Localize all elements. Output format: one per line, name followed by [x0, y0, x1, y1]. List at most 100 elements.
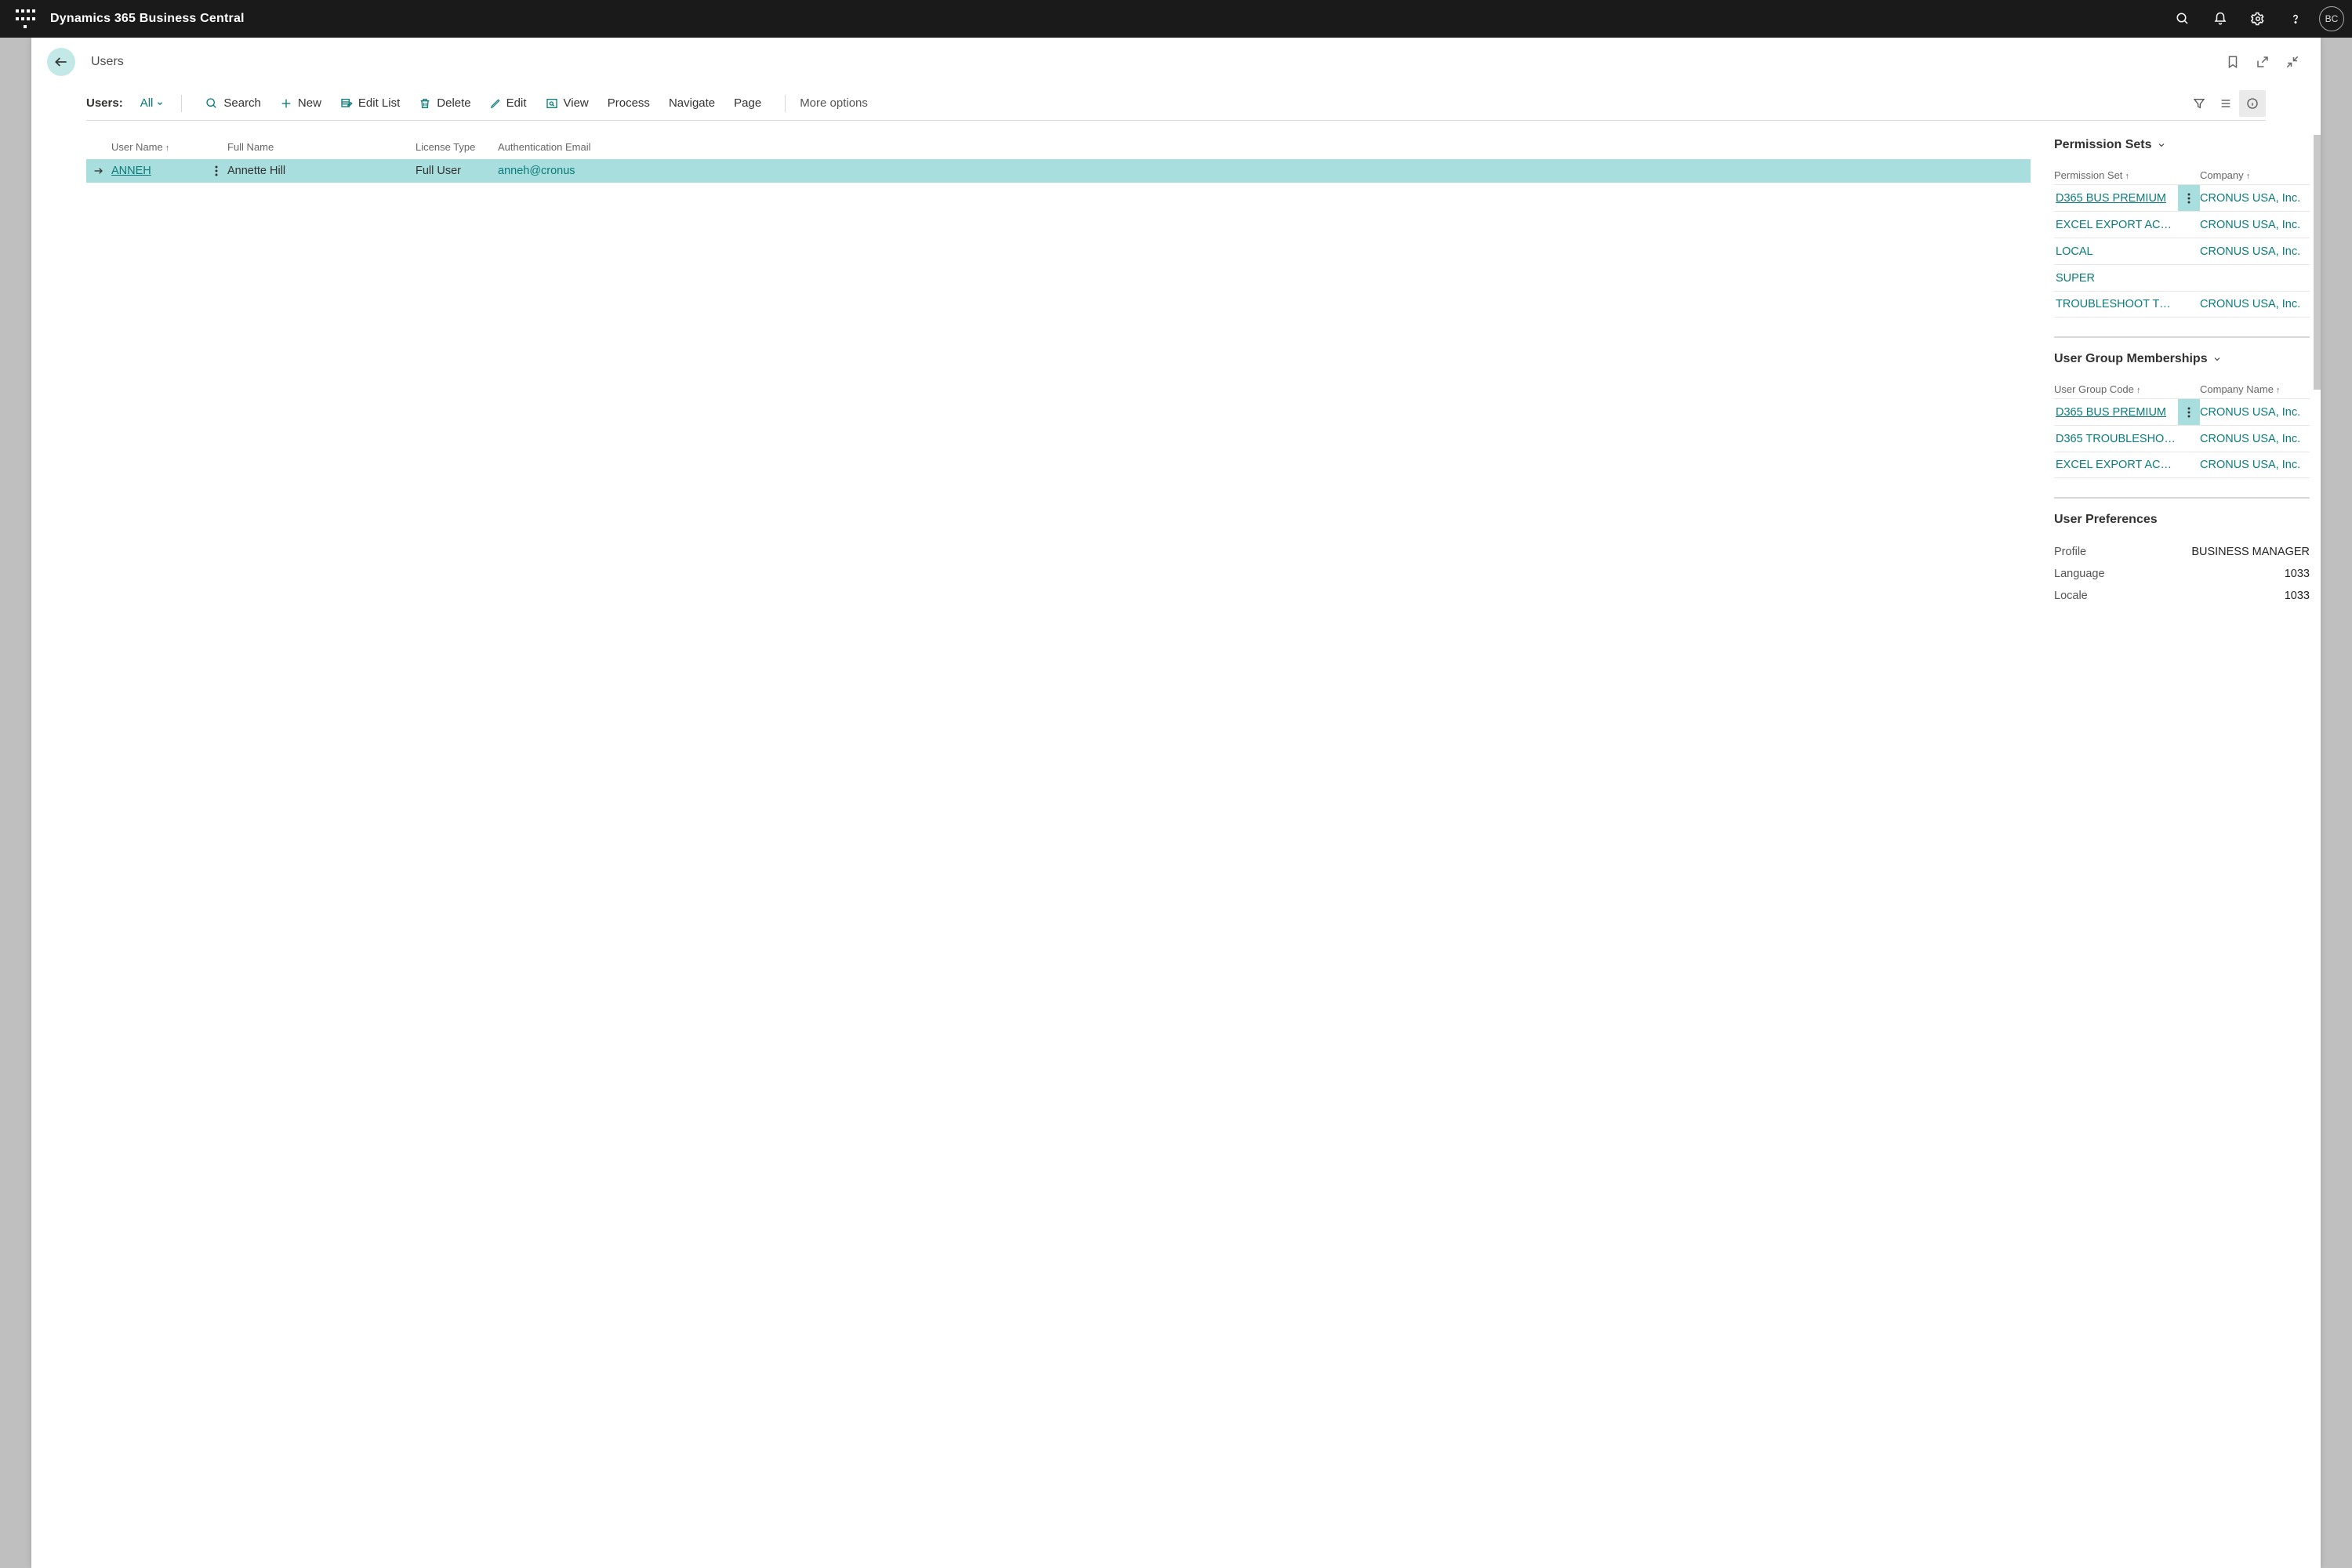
user-name-link[interactable]: ANNEH	[111, 165, 151, 177]
filter-pane-icon[interactable]	[2186, 90, 2212, 117]
more-options[interactable]: More options	[800, 96, 868, 110]
company-link[interactable]: CRONUS USA, Inc.	[2200, 245, 2310, 258]
preference-value: 1033	[2285, 568, 2310, 580]
col-company-name[interactable]: Company Name	[2200, 383, 2310, 395]
company-name-link[interactable]: CRONUS USA, Inc.	[2200, 406, 2310, 419]
global-header: Dynamics 365 Business Central BC	[0, 0, 2352, 38]
edit-list-label: Edit List	[358, 96, 400, 110]
permission-set-link[interactable]: D365 BUS PREMIUM	[2054, 192, 2178, 205]
pencil-icon	[490, 98, 501, 109]
row-menu-icon[interactable]	[205, 165, 227, 176]
row-menu-icon[interactable]	[2178, 238, 2200, 264]
permission-set-link[interactable]: TROUBLESHOOT TO…	[2054, 298, 2178, 310]
row-menu-icon[interactable]	[2178, 292, 2200, 317]
user-group-code-link[interactable]: D365 BUS PREMIUM	[2054, 406, 2178, 419]
user-preferences-header: User Preferences	[2054, 513, 2310, 527]
row-indicator-icon	[86, 165, 111, 177]
page-label: Page	[734, 96, 761, 110]
chevron-down-icon	[2212, 354, 2222, 364]
permission-set-row[interactable]: D365 BUS PREMIUM CRONUS USA, Inc.	[2054, 184, 2310, 211]
user-groups-header[interactable]: User Group Memberships	[2054, 352, 2310, 366]
list-view-icon[interactable]	[2212, 90, 2239, 117]
col-auth-email[interactable]: Authentication Email	[498, 141, 2031, 153]
col-license-type[interactable]: License Type	[416, 141, 498, 153]
user-group-row[interactable]: D365 TROUBLESHOOT CRONUS USA, Inc.	[2054, 425, 2310, 452]
scrollbar[interactable]	[2314, 135, 2321, 390]
permission-set-link[interactable]: EXCEL EXPORT ACTI…	[2054, 219, 2178, 231]
search-action[interactable]: Search	[196, 86, 270, 121]
view-filter-all[interactable]: All	[137, 96, 168, 110]
back-button[interactable]	[47, 48, 75, 76]
navigate-menu[interactable]: Navigate	[659, 86, 724, 121]
product-name: Dynamics 365 Business Central	[50, 12, 245, 26]
user-group-code-link[interactable]: EXCEL EXPORT ACTION	[2054, 459, 2178, 471]
factbox-pane: Permission Sets Permission Set Company D…	[2054, 135, 2321, 1568]
view-action[interactable]: View	[536, 86, 598, 121]
user-avatar[interactable]: BC	[2319, 6, 2344, 31]
new-action[interactable]: New	[270, 86, 331, 121]
page-menu[interactable]: Page	[724, 86, 771, 121]
permission-set-row[interactable]: SUPER	[2054, 264, 2310, 291]
trash-icon	[419, 97, 431, 110]
permission-set-link[interactable]: LOCAL	[2054, 245, 2178, 258]
delete-action[interactable]: Delete	[409, 86, 480, 121]
row-menu-icon[interactable]	[2178, 212, 2200, 238]
col-permission-set[interactable]: Permission Set	[2054, 169, 2178, 181]
permission-set-row[interactable]: TROUBLESHOOT TO… CRONUS USA, Inc.	[2054, 291, 2310, 318]
preference-label: Profile	[2054, 546, 2086, 558]
auth-email-link[interactable]: anneh@cronus	[498, 165, 575, 177]
navigate-label: Navigate	[669, 96, 715, 110]
company-link[interactable]: CRONUS USA, Inc.	[2200, 192, 2310, 205]
license-type-cell: Full User	[416, 165, 498, 177]
row-menu-icon[interactable]	[2178, 399, 2200, 425]
row-menu-icon[interactable]	[2178, 426, 2200, 452]
col-user-group-code[interactable]: User Group Code	[2054, 383, 2178, 395]
app-launcher-icon[interactable]	[14, 8, 36, 30]
col-company[interactable]: Company	[2200, 169, 2310, 181]
permission-sets-title: Permission Sets	[2054, 138, 2152, 152]
help-icon[interactable]	[2277, 0, 2314, 38]
preference-value: 1033	[2285, 590, 2310, 602]
notifications-icon[interactable]	[2201, 0, 2239, 38]
full-name-cell: Annette Hill	[227, 165, 416, 177]
page-card: Users Users: All Search	[31, 38, 2321, 1568]
permission-set-link[interactable]: SUPER	[2054, 272, 2178, 285]
user-group-row[interactable]: D365 BUS PREMIUM CRONUS USA, Inc.	[2054, 398, 2310, 425]
edit-action[interactable]: Edit	[481, 86, 536, 121]
factbox-toggle-icon[interactable]	[2239, 90, 2266, 117]
settings-icon[interactable]	[2239, 0, 2277, 38]
user-row[interactable]: ANNEH Annette Hill Full User anneh@cronu…	[86, 159, 2031, 183]
row-menu-icon[interactable]	[2178, 185, 2200, 211]
user-groups-title: User Group Memberships	[2054, 352, 2208, 366]
permission-set-row[interactable]: EXCEL EXPORT ACTI… CRONUS USA, Inc.	[2054, 211, 2310, 238]
company-name-link[interactable]: CRONUS USA, Inc.	[2200, 433, 2310, 445]
chevron-down-icon	[2157, 140, 2166, 150]
row-menu-icon[interactable]	[2178, 265, 2200, 291]
permission-set-row[interactable]: LOCAL CRONUS USA, Inc.	[2054, 238, 2310, 264]
search-icon[interactable]	[2164, 0, 2201, 38]
search-icon	[205, 97, 218, 110]
row-menu-icon[interactable]	[2178, 452, 2200, 477]
preference-value: BUSINESS MANAGER	[2191, 546, 2310, 558]
preference-label: Language	[2054, 568, 2105, 580]
edit-label: Edit	[506, 96, 527, 110]
user-group-row[interactable]: EXCEL EXPORT ACTION CRONUS USA, Inc.	[2054, 452, 2310, 478]
company-link[interactable]: CRONUS USA, Inc.	[2200, 298, 2310, 310]
preference-row: Language 1033	[2054, 563, 2310, 585]
company-name-link[interactable]: CRONUS USA, Inc.	[2200, 459, 2310, 471]
col-full-name[interactable]: Full Name	[227, 141, 416, 153]
list-label: Users:	[86, 96, 123, 110]
edit-list-action[interactable]: Edit List	[331, 86, 409, 121]
company-link[interactable]: CRONUS USA, Inc.	[2200, 219, 2310, 231]
permission-sets-header[interactable]: Permission Sets	[2054, 138, 2310, 152]
col-user-name[interactable]: User Name	[111, 141, 205, 153]
action-bar: Users: All Search New Edit List Delete	[86, 86, 2266, 121]
plus-icon	[280, 97, 292, 110]
collapse-icon[interactable]	[2280, 49, 2305, 74]
search-label: Search	[223, 96, 261, 110]
process-menu[interactable]: Process	[598, 86, 659, 121]
popout-icon[interactable]	[2250, 49, 2275, 74]
page-header: Users	[31, 38, 2321, 86]
user-group-code-link[interactable]: D365 TROUBLESHOOT	[2054, 433, 2178, 445]
bookmark-icon[interactable]	[2220, 49, 2245, 74]
